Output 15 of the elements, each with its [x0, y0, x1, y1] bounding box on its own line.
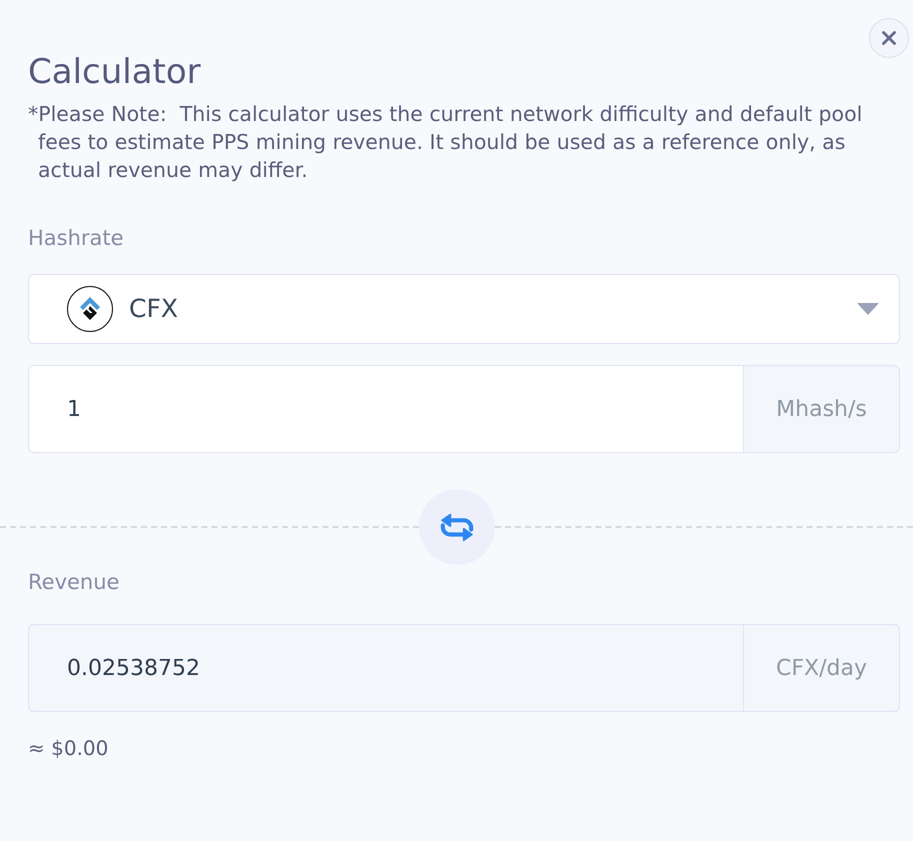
close-button[interactable] — [869, 18, 909, 58]
dialog-title: Calculator — [28, 52, 201, 92]
coin-name: CFX — [129, 293, 178, 326]
hashrate-input[interactable]: 1 — [28, 365, 744, 453]
fiat-estimate: ≈ $0.00 — [28, 735, 108, 762]
revenue-field[interactable]: 0.02538752 — [28, 624, 744, 712]
close-icon — [882, 31, 896, 45]
caret-icon — [857, 303, 879, 315]
revenue-label: Revenue — [28, 569, 120, 596]
unit-addon: Mhash/s — [744, 365, 900, 453]
coin-select[interactable]: CFX — [28, 274, 900, 344]
unit-addon: CFX/day — [744, 624, 900, 712]
note-text: *Please Note: This calculator uses the current network difficulty and default pool fees to estimate PPS mining revenue. It should be used as a reference only, as actual revenue may differ. — [28, 101, 864, 184]
coin-logo-icon — [67, 286, 113, 332]
hashrate-label: Hashrate — [28, 225, 124, 252]
